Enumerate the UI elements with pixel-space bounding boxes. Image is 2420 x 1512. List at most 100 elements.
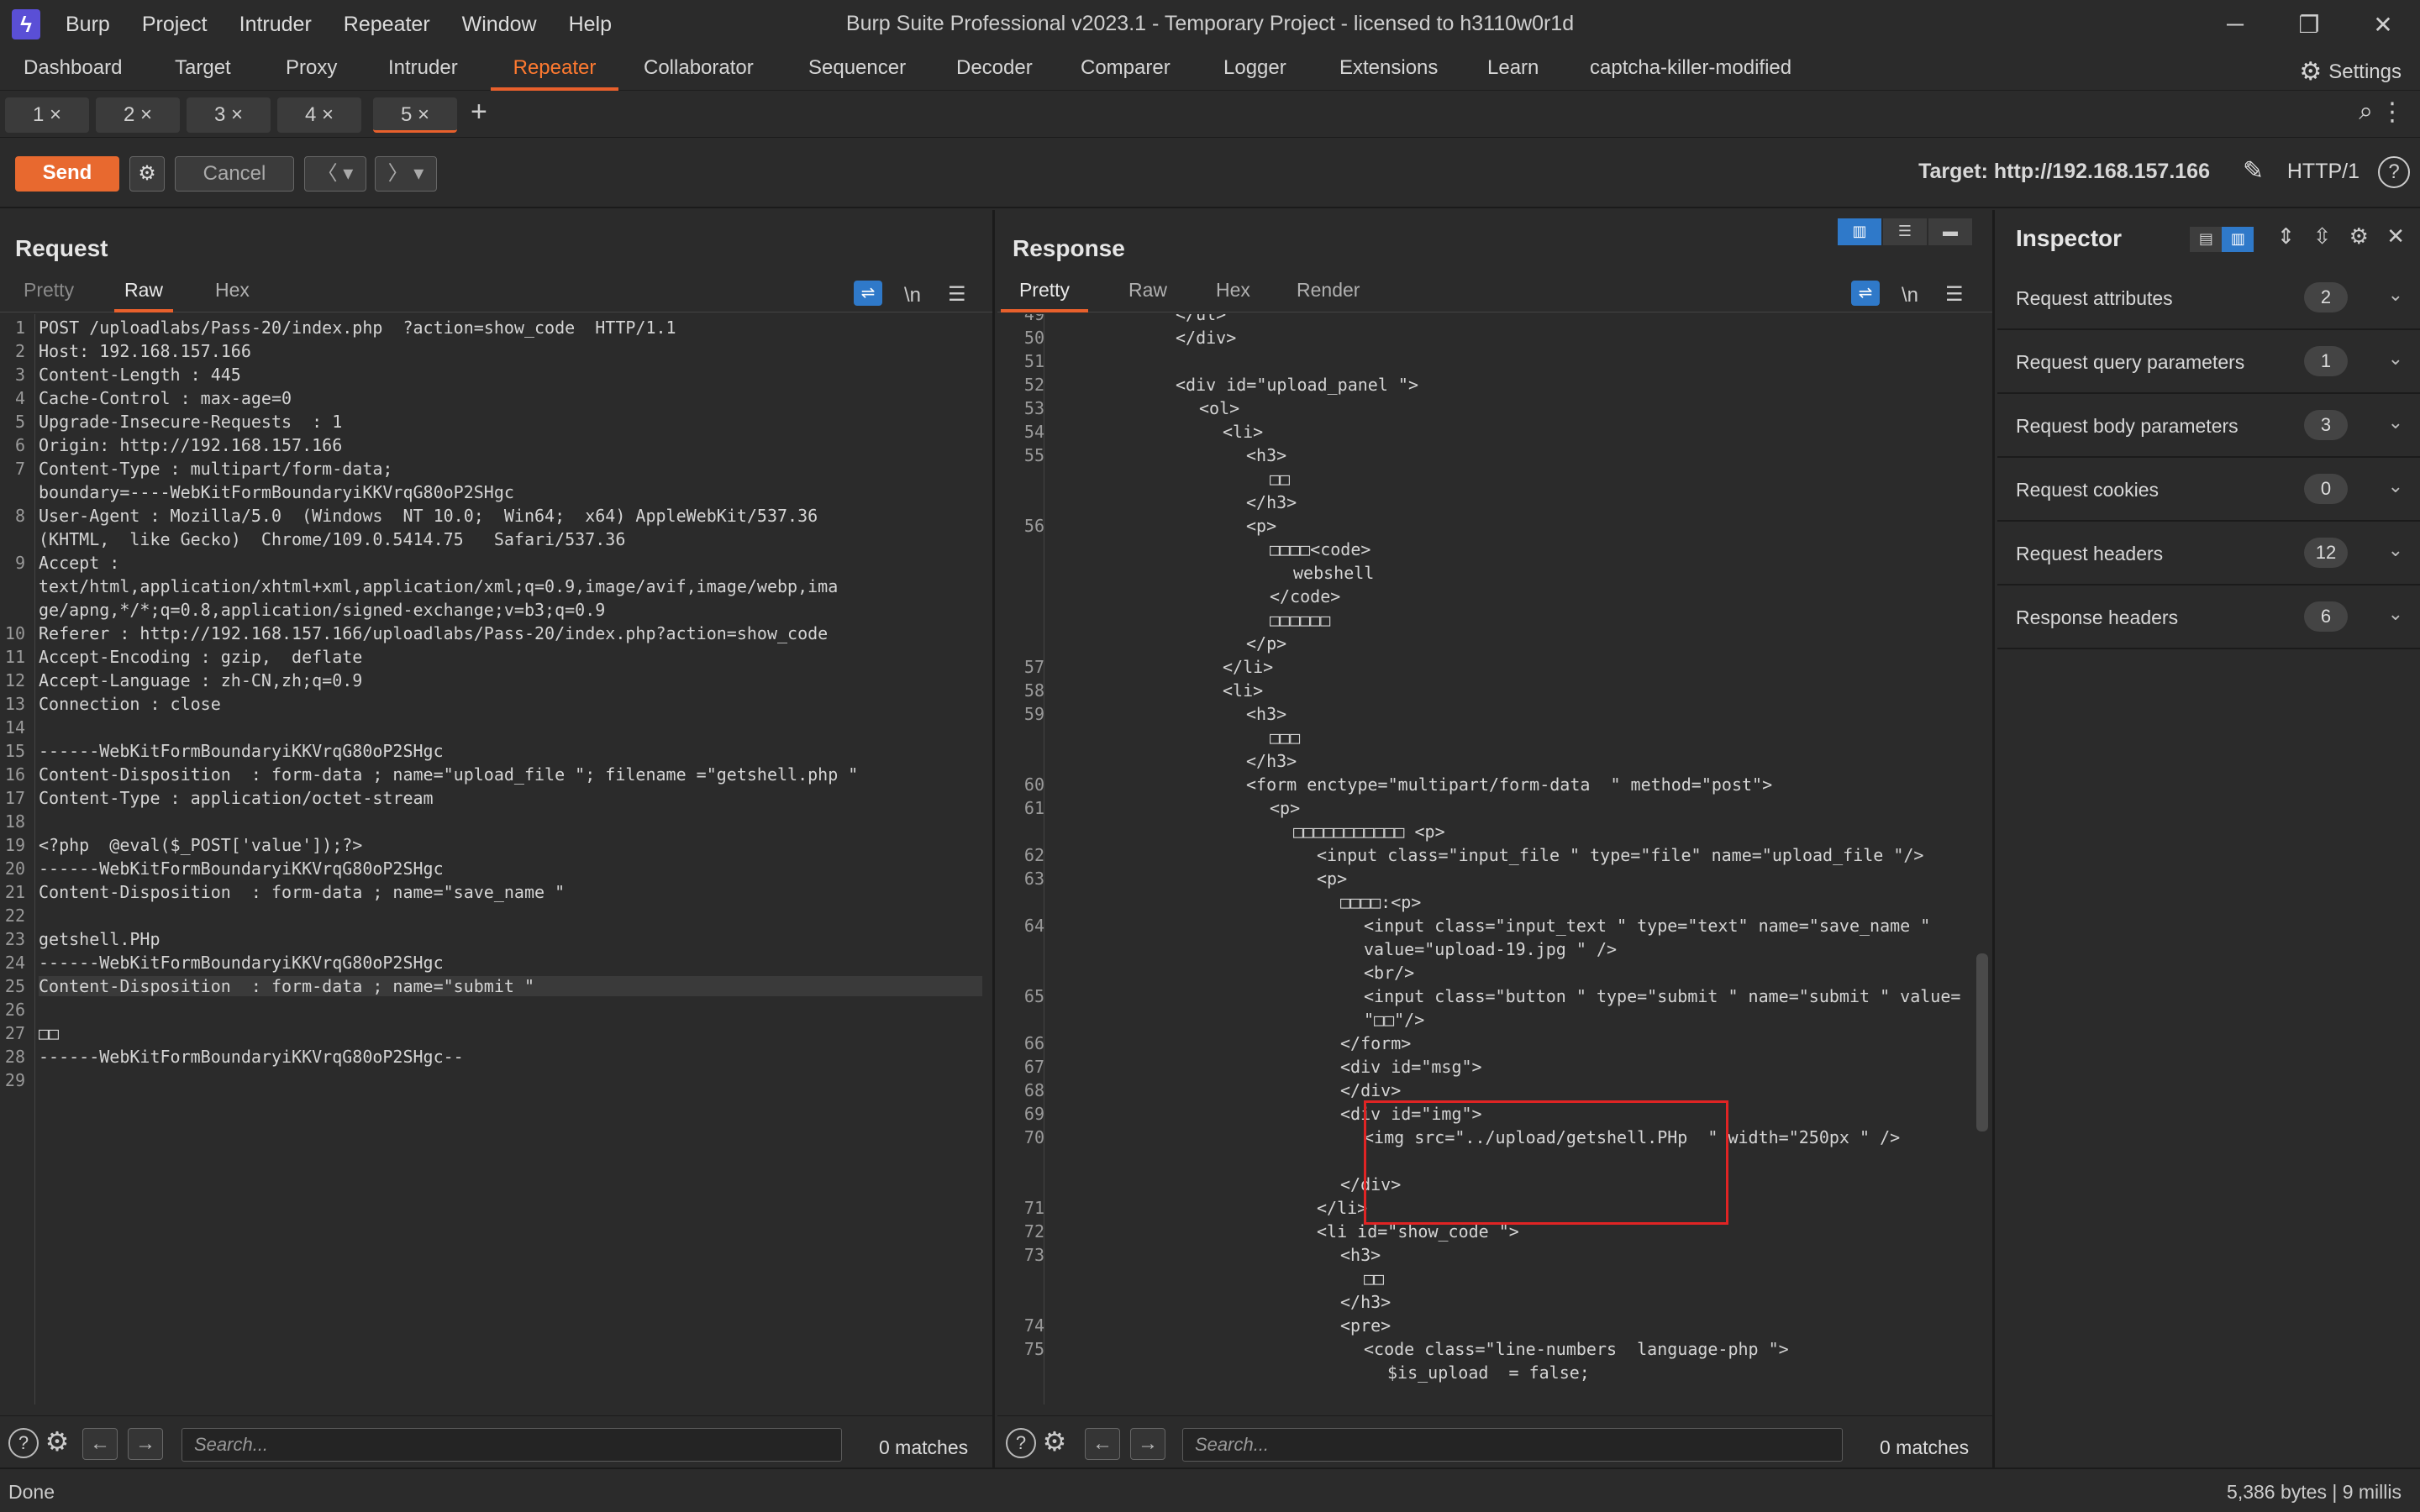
response-scrollbar[interactable] xyxy=(1976,953,1988,1131)
inspector-layout-left-icon[interactable]: ▤ xyxy=(2190,227,2223,252)
chevron-down-icon[interactable]: ⌄ xyxy=(2388,603,2403,625)
search-icon[interactable]: ⌕ xyxy=(2359,97,2373,126)
inspector-row-response-headers[interactable]: Response headers 6 ⌄ xyxy=(1997,586,2420,649)
inspector-row-request-body-parameters[interactable]: Request body parameters 3 ⌄ xyxy=(1997,395,2420,458)
menu-intruder[interactable]: Intruder xyxy=(239,13,312,37)
search-settings-gear-icon[interactable]: ⚙ xyxy=(42,1428,72,1458)
edit-target-pencil-icon[interactable]: ✎ xyxy=(2243,156,2264,186)
line-number: 20 xyxy=(4,858,25,879)
request-tab-raw[interactable]: Raw xyxy=(114,279,173,312)
request-tab-pretty[interactable]: Pretty xyxy=(24,279,74,312)
repeater-tabs: 1 × 2 × 3 × 4 × 5 × + ⌕ ⋮ xyxy=(0,91,2420,138)
code-line: <pre> xyxy=(1340,1315,1392,1336)
response-tab-render[interactable]: Render xyxy=(1297,279,1360,312)
layout-tabs-icon[interactable]: ▬ xyxy=(1928,218,1972,245)
response-tab-raw[interactable]: Raw xyxy=(1128,279,1167,312)
prev-match-arrow-icon[interactable]: ← xyxy=(1085,1428,1120,1460)
restore-icon[interactable]: ❐ xyxy=(2272,11,2346,39)
inspector-row-request-attributes[interactable]: Request attributes 2 ⌄ xyxy=(1997,267,2420,330)
tab-comparer[interactable]: Comparer xyxy=(1081,49,1171,91)
layout-stacked-icon[interactable]: ☰ xyxy=(1883,218,1927,245)
collapse-all-icon[interactable]: ⇳ xyxy=(2313,223,2332,249)
request-menu-icon[interactable]: ☰ xyxy=(948,282,966,307)
request-search-input[interactable]: Search... xyxy=(182,1428,842,1462)
inspector-row-request-cookies[interactable]: Request cookies 0 ⌄ xyxy=(1997,459,2420,522)
cancel-button[interactable]: Cancel xyxy=(175,156,294,192)
http-version[interactable]: HTTP/1 xyxy=(2287,160,2360,184)
next-match-arrow-icon[interactable]: → xyxy=(1130,1428,1165,1460)
repeater-tab-4[interactable]: 4 × xyxy=(277,97,361,133)
newline-toggle-icon[interactable]: \n xyxy=(1902,284,1918,307)
line-number: 10 xyxy=(4,623,25,643)
chevron-down-icon[interactable]: ⌄ xyxy=(2388,348,2403,370)
response-search-input[interactable]: Search... xyxy=(1182,1428,1843,1462)
help-icon[interactable]: ? xyxy=(1006,1428,1036,1458)
inspector-layout-right-icon[interactable]: ▥ xyxy=(2222,227,2254,252)
tab-repeater[interactable]: Repeater xyxy=(491,49,618,91)
response-editor[interactable]: 49 </ul> 50 </div> 51 52 <div id="upload_panel… xyxy=(997,314,1992,1404)
history-back-button[interactable]: 〈 ▾ xyxy=(304,156,366,192)
tab-collaborator[interactable]: Collaborator xyxy=(644,49,754,91)
response-menu-icon[interactable]: ☰ xyxy=(1945,282,1964,307)
code-line: getshell.PHp xyxy=(39,929,160,949)
response-title: Response xyxy=(1013,235,1125,261)
help-icon[interactable]: ? xyxy=(8,1428,39,1458)
inspector-row-request-headers[interactable]: Request headers 12 ⌄ xyxy=(1997,522,2420,585)
menu-help[interactable]: Help xyxy=(569,13,612,37)
word-wrap-icon[interactable]: ⇌ xyxy=(854,281,882,306)
newline-toggle-icon[interactable]: \n xyxy=(904,284,921,307)
line-number: 53 xyxy=(1023,398,1044,418)
code-line: Cache-Control : max-age=0 xyxy=(39,388,292,408)
response-tab-hex[interactable]: Hex xyxy=(1216,279,1250,312)
add-tab-icon[interactable]: + xyxy=(471,96,487,129)
tab-captcha-killer-modified[interactable]: captcha-killer-modified xyxy=(1590,49,1791,91)
minimize-icon[interactable]: ─ xyxy=(2198,11,2272,38)
send-options-gear-icon[interactable]: ⚙ xyxy=(129,156,165,192)
tab-extensions[interactable]: Extensions xyxy=(1339,49,1438,91)
menu-repeater[interactable]: Repeater xyxy=(344,13,430,37)
close-window-icon[interactable]: ✕ xyxy=(2346,11,2420,39)
repeater-tab-3[interactable]: 3 × xyxy=(187,97,271,133)
tab-sequencer[interactable]: Sequencer xyxy=(808,49,906,91)
inspector-gear-icon[interactable]: ⚙ xyxy=(2349,223,2369,249)
repeater-tab-5[interactable]: 5 × xyxy=(373,97,457,133)
tab-target[interactable]: Target xyxy=(175,49,231,91)
tab-intruder[interactable]: Intruder xyxy=(388,49,458,91)
search-settings-gear-icon[interactable]: ⚙ xyxy=(1039,1428,1070,1458)
menu-burp[interactable]: Burp xyxy=(66,13,110,37)
word-wrap-icon[interactable]: ⇌ xyxy=(1851,281,1880,306)
chevron-down-icon[interactable]: ⌄ xyxy=(2388,412,2403,433)
chevron-down-icon[interactable]: ⌄ xyxy=(2388,539,2403,561)
tab-decoder[interactable]: Decoder xyxy=(956,49,1033,91)
code-line: <p> xyxy=(1317,869,1348,889)
history-forward-button[interactable]: 〉 ▾ xyxy=(375,156,437,192)
code-line: </div> xyxy=(1340,1080,1402,1100)
more-vertical-icon[interactable]: ⋮ xyxy=(2380,97,2405,127)
response-tab-pretty[interactable]: Pretty xyxy=(1001,279,1088,312)
chevron-down-icon[interactable]: ⌄ xyxy=(2388,284,2403,306)
tab-logger[interactable]: Logger xyxy=(1223,49,1286,91)
code-line: boundary=----WebKitFormBoundaryiKKVrqG80… xyxy=(39,482,514,502)
chevron-down-icon[interactable]: ⌄ xyxy=(2388,475,2403,497)
menu-project[interactable]: Project xyxy=(142,13,208,37)
layout-side-by-side-icon[interactable]: ▥ xyxy=(1838,218,1881,245)
inspector-row-request-query-parameters[interactable]: Request query parameters 1 ⌄ xyxy=(1997,331,2420,394)
code-line: Accept-Language : zh-CN,zh;q=0.9 xyxy=(39,670,363,690)
next-match-arrow-icon[interactable]: → xyxy=(128,1428,163,1460)
request-editor[interactable]: 1 POST /uploadlabs/Pass-20/index.php ?act… xyxy=(0,314,992,1404)
tab-proxy[interactable]: Proxy xyxy=(286,49,337,91)
line-number: 29 xyxy=(4,1070,25,1090)
menu-window[interactable]: Window xyxy=(462,13,537,37)
repeater-tab-1[interactable]: 1 × xyxy=(5,97,89,133)
tab-learn[interactable]: Learn xyxy=(1487,49,1539,91)
request-tab-hex[interactable]: Hex xyxy=(215,279,250,312)
settings-button[interactable]: ⚙ Settings xyxy=(2299,57,2402,87)
prev-match-arrow-icon[interactable]: ← xyxy=(82,1428,118,1460)
expand-all-icon[interactable]: ⇕ xyxy=(2277,223,2296,249)
repeater-tab-2[interactable]: 2 × xyxy=(96,97,180,133)
line-number: 61 xyxy=(1023,798,1044,818)
close-inspector-icon[interactable]: ✕ xyxy=(2386,223,2405,249)
help-icon[interactable]: ? xyxy=(2378,156,2410,188)
send-button[interactable]: Send xyxy=(15,156,119,192)
tab-dashboard[interactable]: Dashboard xyxy=(24,49,122,91)
